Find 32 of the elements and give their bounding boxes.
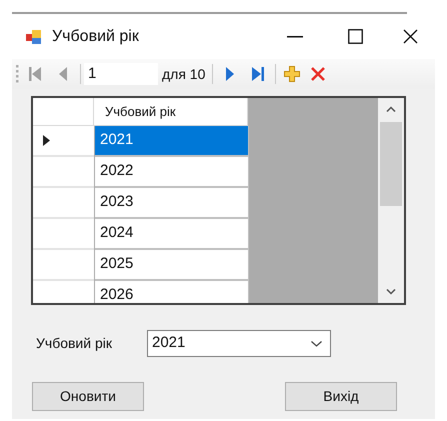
skip-forward-icon <box>252 67 264 81</box>
record-count: для 10 <box>161 64 206 84</box>
maximize-icon <box>348 29 362 44</box>
position-field[interactable]: 1 <box>84 63 158 85</box>
table-cell[interactable]: 2024 <box>95 219 249 250</box>
minimize-icon <box>287 36 303 38</box>
scrollbar-thumb[interactable] <box>380 122 402 206</box>
table-cell[interactable]: 2021 <box>95 126 249 157</box>
corner-header <box>33 98 94 126</box>
refresh-button[interactable]: Оновити <box>32 382 144 411</box>
triangle-left-icon <box>59 67 67 81</box>
close-icon <box>402 29 418 44</box>
window-icon <box>26 28 42 44</box>
scrollbar[interactable] <box>378 98 404 303</box>
plus-icon <box>284 66 300 82</box>
table-cell[interactable]: 2026 <box>95 281 249 303</box>
grip-icon <box>16 65 19 83</box>
chevron-down-icon <box>311 340 322 346</box>
year-dropdown[interactable]: 2021 <box>147 330 331 357</box>
column-header[interactable]: Учбовий рік <box>94 98 248 126</box>
triangle-right-icon <box>226 67 234 81</box>
field-label: Учбовий рік <box>36 334 113 353</box>
table-cell[interactable]: 2025 <box>95 250 249 281</box>
row-header[interactable] <box>33 126 94 157</box>
table-cell[interactable]: 2022 <box>95 157 249 188</box>
chevron-up-icon <box>386 106 396 112</box>
table-cell[interactable]: 2023 <box>95 188 249 219</box>
chevron-down-icon <box>386 289 396 295</box>
exit-button[interactable]: Вихід <box>285 382 397 411</box>
window-title: Учбовий рік <box>52 26 140 46</box>
skip-back-icon <box>29 67 41 81</box>
close-icon <box>310 66 326 82</box>
